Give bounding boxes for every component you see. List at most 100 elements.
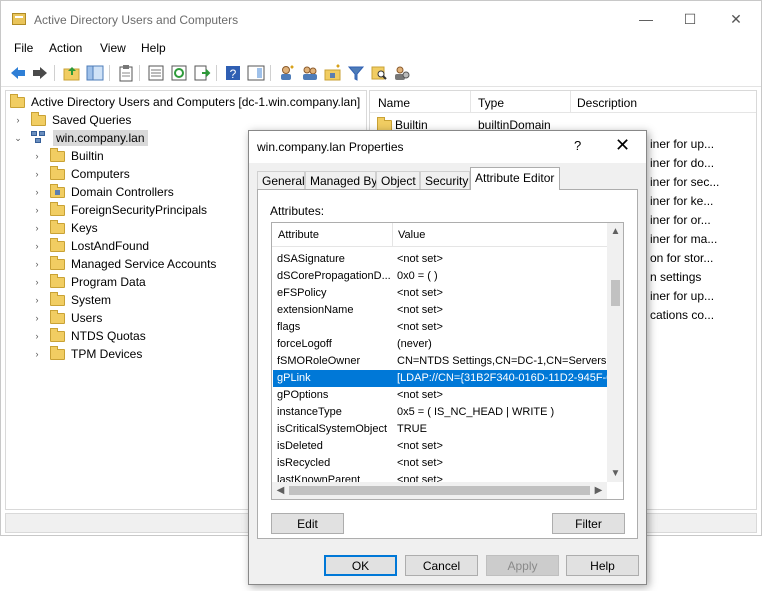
- tree-item-lost-and-found[interactable]: › LostAndFound: [32, 237, 149, 255]
- show-action-pane-icon[interactable]: [247, 64, 265, 82]
- folder-icon: [50, 219, 65, 234]
- back-arrow-icon[interactable]: [9, 64, 27, 82]
- tree-item-foreign-security-principals[interactable]: › ForeignSecurityPrincipals: [32, 201, 207, 219]
- attribute-row-selected[interactable]: gPLink [LDAP://CN={31B2F340-016D-11D2-945…: [273, 370, 607, 387]
- chevron-right-icon[interactable]: ›: [32, 205, 42, 215]
- horizontal-scroll-thumb[interactable]: [289, 486, 590, 495]
- attribute-row[interactable]: dSCorePropagationD... 0x0 = ( ): [273, 268, 607, 285]
- maximize-button[interactable]: ☐: [667, 1, 713, 37]
- chevron-right-icon[interactable]: ›: [32, 313, 42, 323]
- clipboard-icon[interactable]: [117, 64, 135, 82]
- tab-attribute-editor[interactable]: Attribute Editor: [470, 167, 560, 190]
- tree-item-managed-service-accounts[interactable]: › Managed Service Accounts: [32, 255, 216, 273]
- help-icon[interactable]: ?: [574, 138, 581, 153]
- new-ou-icon[interactable]: [324, 64, 342, 82]
- vertical-scrollbar[interactable]: ▲ ▼: [607, 223, 623, 482]
- attribute-row[interactable]: forceLogoff (never): [273, 336, 607, 353]
- tree-item-builtin[interactable]: › Builtin: [32, 147, 104, 165]
- tree-item-domain-controllers[interactable]: › Domain Controllers: [32, 183, 174, 201]
- tree-item-users[interactable]: › Users: [32, 309, 102, 327]
- show-console-tree-icon[interactable]: [86, 64, 104, 82]
- attributes-header: Attribute Value: [272, 223, 607, 247]
- horizontal-scrollbar[interactable]: ◀ ▶: [272, 482, 607, 499]
- chevron-right-icon[interactable]: ›: [32, 223, 42, 233]
- tree-item-ntds-quotas[interactable]: › NTDS Quotas: [32, 327, 146, 345]
- minimize-button[interactable]: —: [623, 1, 669, 37]
- chevron-right-icon[interactable]: ›: [32, 331, 42, 341]
- window-title: Active Directory Users and Computers: [34, 13, 239, 27]
- scroll-up-icon[interactable]: ▲: [607, 223, 623, 240]
- help-button[interactable]: Help: [566, 555, 639, 576]
- tab-object[interactable]: Object: [376, 171, 420, 190]
- properties-icon[interactable]: [147, 64, 165, 82]
- filter-button[interactable]: Filter: [552, 513, 625, 534]
- cancel-button[interactable]: Cancel: [405, 555, 478, 576]
- attribute-row[interactable]: flags <not set>: [273, 319, 607, 336]
- scroll-right-icon[interactable]: ▶: [590, 482, 607, 499]
- add-to-group-icon[interactable]: [393, 64, 411, 82]
- chevron-right-icon[interactable]: ›: [32, 187, 42, 197]
- column-attribute[interactable]: Attribute: [278, 229, 319, 241]
- attributes-list[interactable]: Attribute Value dSASignature <not set> dS…: [271, 222, 624, 500]
- menu-file[interactable]: File: [14, 41, 33, 55]
- new-user-icon[interactable]: [278, 64, 296, 82]
- new-group-icon[interactable]: [301, 64, 319, 82]
- up-folder-icon[interactable]: [63, 64, 81, 82]
- menu-help[interactable]: Help: [141, 41, 166, 55]
- tree-item-computers[interactable]: › Computers: [32, 165, 130, 183]
- tab-managed-by[interactable]: Managed By: [305, 171, 377, 190]
- scroll-left-icon[interactable]: ◀: [272, 482, 289, 499]
- filter-icon[interactable]: [347, 64, 365, 82]
- attribute-row[interactable]: extensionName <not set>: [273, 302, 607, 319]
- tree-item-tpm-devices[interactable]: › TPM Devices: [32, 345, 142, 363]
- scroll-down-icon[interactable]: ▼: [607, 465, 623, 482]
- menu-view[interactable]: View: [100, 41, 126, 55]
- tree-item-keys[interactable]: › Keys: [32, 219, 98, 237]
- chevron-down-icon[interactable]: ⌄: [13, 133, 23, 144]
- tree-item-saved-queries[interactable]: › Saved Queries: [13, 111, 131, 129]
- chevron-right-icon[interactable]: ›: [32, 169, 42, 179]
- column-description[interactable]: Description: [577, 96, 637, 110]
- ok-button[interactable]: OK: [324, 555, 397, 576]
- menu-action[interactable]: Action: [49, 41, 82, 55]
- svg-text:?: ?: [230, 67, 237, 81]
- chevron-right-icon[interactable]: ›: [32, 241, 42, 251]
- folder-icon: [50, 165, 65, 180]
- attribute-row[interactable]: dSASignature <not set>: [273, 251, 607, 268]
- tree-item-system[interactable]: › System: [32, 291, 111, 309]
- forward-arrow-icon[interactable]: [31, 64, 49, 82]
- attribute-row[interactable]: isDeleted <not set>: [273, 438, 607, 455]
- chevron-right-icon[interactable]: ›: [32, 349, 42, 359]
- chevron-right-icon[interactable]: ›: [32, 259, 42, 269]
- find-icon[interactable]: [370, 64, 388, 82]
- column-type[interactable]: Type: [478, 96, 504, 110]
- ou-folder-icon: [50, 183, 65, 198]
- attribute-row[interactable]: instanceType 0x5 = ( IS_NC_HEAD | WRITE ): [273, 404, 607, 421]
- chevron-right-icon[interactable]: ›: [32, 277, 42, 287]
- tab-general[interactable]: General: [257, 171, 305, 190]
- attribute-row[interactable]: isRecycled <not set>: [273, 455, 607, 472]
- attribute-row[interactable]: eFSPolicy <not set>: [273, 285, 607, 302]
- apply-button[interactable]: Apply: [486, 555, 559, 576]
- chevron-right-icon[interactable]: ›: [13, 115, 23, 125]
- list-header: Name Type Description: [370, 91, 756, 113]
- column-value[interactable]: Value: [398, 229, 425, 241]
- attribute-row[interactable]: fSMORoleOwner CN=NTDS Settings,CN=DC-1,CN…: [273, 353, 607, 370]
- help-icon[interactable]: ?: [224, 64, 242, 82]
- folder-icon: [50, 237, 65, 252]
- tree-root[interactable]: Active Directory Users and Computers [dc…: [10, 93, 360, 111]
- tree-item-program-data[interactable]: › Program Data: [32, 273, 146, 291]
- close-icon[interactable]: ✕: [615, 135, 630, 156]
- tab-security[interactable]: Security: [420, 171, 470, 190]
- chevron-right-icon[interactable]: ›: [32, 295, 42, 305]
- column-name[interactable]: Name: [378, 96, 410, 110]
- chevron-right-icon[interactable]: ›: [32, 151, 42, 161]
- attribute-row[interactable]: gPOptions <not set>: [273, 387, 607, 404]
- refresh-icon[interactable]: [170, 64, 188, 82]
- tree-item-domain[interactable]: ⌄ win.company.lan: [13, 129, 148, 147]
- close-button[interactable]: ✕: [713, 1, 759, 37]
- edit-button[interactable]: Edit: [271, 513, 344, 534]
- attribute-row[interactable]: isCriticalSystemObject TRUE: [273, 421, 607, 438]
- vertical-scroll-thumb[interactable]: [611, 280, 620, 306]
- export-list-icon[interactable]: [193, 64, 211, 82]
